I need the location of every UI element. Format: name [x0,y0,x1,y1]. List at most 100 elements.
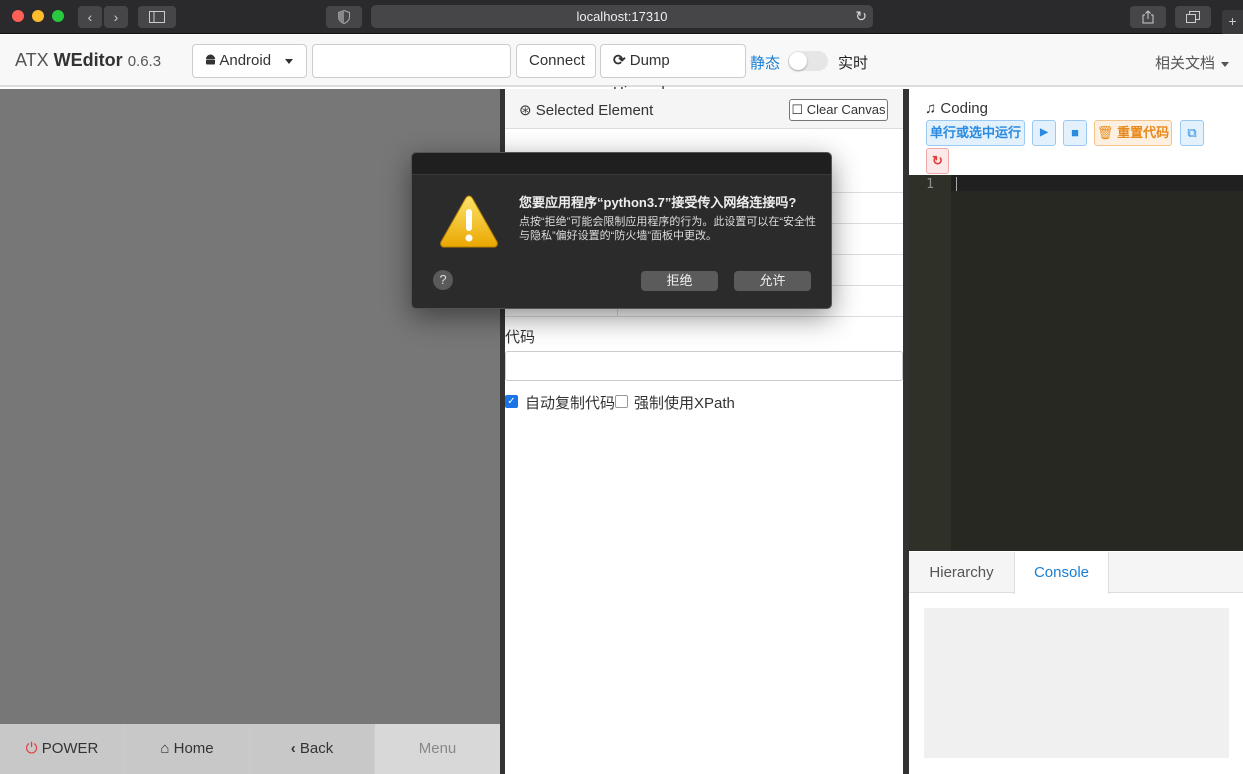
allow-button[interactable]: 允许 [734,271,811,291]
connect-button[interactable]: Connect [516,44,596,78]
version-text: 0.6.3 [127,53,162,70]
forward-nav-button[interactable]: › [104,6,128,28]
copy-icon: ⧉ [1187,125,1197,140]
tabs-icon [1186,11,1200,23]
force-xpath-label: 强制使用XPath [634,395,735,412]
share-icon [1142,10,1154,24]
tab-overview-button[interactable] [1175,6,1211,28]
caret-down-icon [1221,61,1229,67]
code-input[interactable] [505,351,903,381]
active-line [951,175,1243,191]
deny-button[interactable]: 拒绝 [641,271,718,291]
refresh-icon: ↻ [932,153,943,168]
selected-element-title: ⊛ Selected Element [519,101,653,119]
property-row [505,316,903,317]
connect-label: Connect [529,52,585,69]
selected-element-label: Selected Element [535,102,654,119]
dialog-title: 您要应用程序“python3.7”接受传入网络连接吗? [519,195,797,210]
toggle-knob [789,52,807,70]
run-selection-label: 单行或选中运行 [929,125,1021,140]
chevron-left-icon: ‹ [290,740,296,757]
minimize-window-button[interactable] [32,10,44,22]
text-cursor [956,177,957,191]
stop-button[interactable]: ■ [1063,120,1087,146]
restart-button[interactable]: ↻ [926,148,949,174]
power-label: POWER [41,740,99,757]
tab-hierarchy[interactable]: Hierarchy [909,552,1014,593]
tab-console[interactable]: Console [1014,552,1109,594]
chevron-right-icon: › [113,9,119,25]
trash-icon: 🗑 [1096,125,1114,140]
docs-dropdown[interactable]: 相关文档 [1155,52,1229,73]
check-icon: ✓ [507,396,516,407]
reset-code-label: 重置代码 [1117,125,1170,140]
clear-canvas-label: Clear Canvas [806,102,886,117]
brand-logo: ATX WEditor 0.6.3 [15,50,161,71]
line-gutter: 1 [909,175,951,551]
back-label: Back [299,740,334,757]
allow-label: 允许 [759,273,786,288]
zoom-window-button[interactable] [52,10,64,22]
address-bar[interactable]: localhost:17310 ↻ [371,5,873,28]
clear-canvas-button[interactable]: ☐ Clear Canvas [789,99,888,121]
power-icon: ⏻ [25,740,38,757]
stop-icon: ■ [1071,125,1079,140]
android-icon [206,54,215,65]
brand-prefix: ATX [15,50,54,70]
sidebar-toggle-button[interactable] [138,6,176,28]
realtime-mode-label: 实时 [838,55,869,72]
home-label: Home [173,740,214,757]
app-header: ATX WEditor 0.6.3 Android Connect ⟳ Dump… [0,35,1243,101]
coding-panel: ♫ Coding 单行或选中运行 ▶ ■ 🗑 重置代码 ⧉ ↻ 1 Hierar… [909,89,1243,774]
back-nav-button[interactable]: ‹ [78,6,102,28]
menu-button[interactable]: Menu [375,724,500,774]
device-nav-bar: ⏻ POWER ⌂ Home ‹ Back Menu [0,724,500,774]
line-number: 1 [926,177,934,192]
close-window-button[interactable] [12,10,24,22]
home-button[interactable]: ⌂ Home [125,724,249,774]
plus-icon: + [1228,13,1237,29]
caret-down-icon [285,58,294,64]
firewall-dialog: 您要应用程序“python3.7”接受传入网络连接吗? 点按“拒绝”可能会限制应… [411,152,832,309]
warning-icon [440,195,498,248]
docs-label: 相关文档 [1154,55,1215,72]
power-button[interactable]: ⏻ POWER [0,724,124,774]
deny-label: 拒绝 [666,273,693,288]
browser-toolbar: ‹ › localhost:17310 ↻ + [0,0,1243,34]
target-icon: ⊛ [519,102,532,119]
music-note-icon: ♫ [925,100,937,117]
share-button[interactable] [1130,6,1166,28]
shield-icon [338,9,350,25]
coding-title: ♫ Coding [925,100,988,117]
chevron-left-icon: ‹ [87,9,93,25]
sidebar-icon [149,11,165,23]
force-xpath-checkbox[interactable] [615,395,628,408]
dump-hierarchy-button[interactable]: ⟳ Dump Hierarchy [600,44,746,101]
code-label: 代码 [505,329,536,346]
brand-name: WEditor [53,50,123,70]
code-editor[interactable]: 1 [909,175,1243,551]
run-button[interactable]: ▶ [1032,120,1056,146]
bottom-tabs: Hierarchy Console [909,552,1243,594]
platform-select[interactable]: Android [192,44,307,78]
realtime-toggle[interactable] [788,51,828,71]
play-icon: ▶ [1040,127,1048,138]
reload-icon[interactable]: ↻ [855,5,867,28]
help-button[interactable]: ? [433,270,453,290]
selected-element-header: ⊛ Selected Element ☐ Clear Canvas [505,89,903,129]
auto-copy-label: 自动复制代码 [525,395,616,412]
run-selection-button[interactable]: 单行或选中运行 [926,120,1025,146]
reset-code-button[interactable]: 🗑 重置代码 [1094,120,1172,146]
device-serial-input[interactable] [312,44,511,78]
square-icon: ☐ [791,102,804,117]
refresh-icon: ⟳ [613,52,626,69]
url-text: localhost:17310 [576,9,668,24]
new-tab-button[interactable]: + [1222,10,1243,34]
copy-button[interactable]: ⧉ [1180,120,1204,146]
dialog-titlebar [412,153,831,175]
coding-label: Coding [940,100,988,117]
console-output [924,608,1229,758]
privacy-report-button[interactable] [326,6,362,28]
auto-copy-checkbox[interactable]: ✓ [505,395,518,408]
back-button[interactable]: ‹ Back [250,724,374,774]
